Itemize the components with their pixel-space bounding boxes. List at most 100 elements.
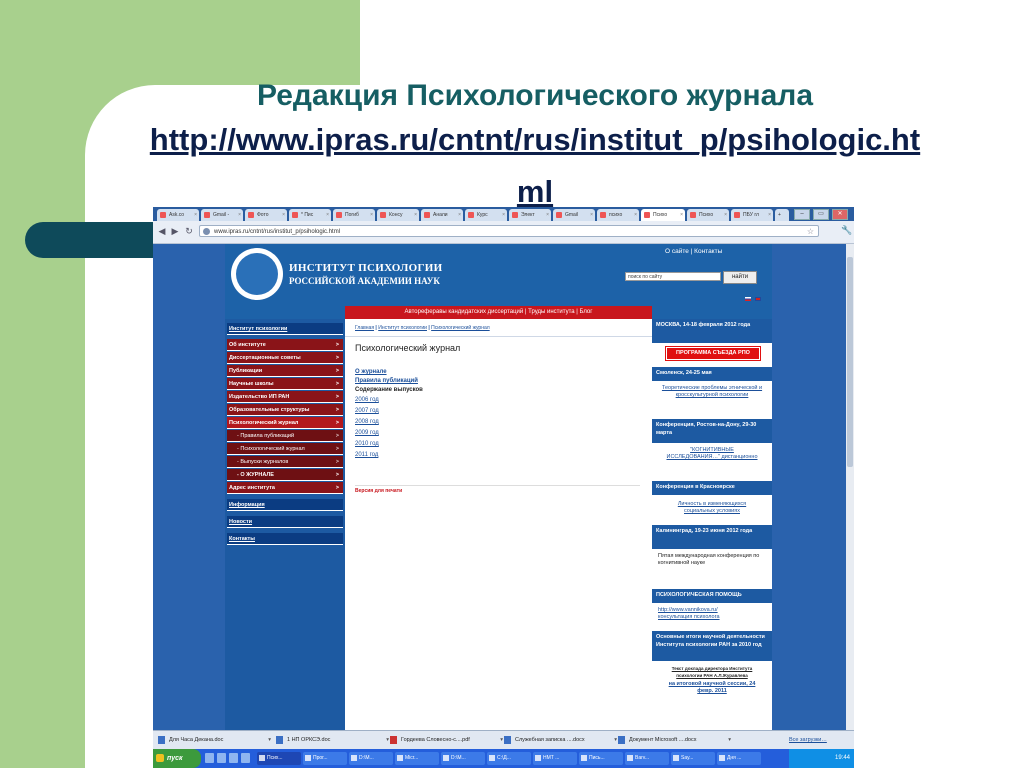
psych-help-link[interactable]: http://www.vannikova.ru/консультация пси… [652, 607, 772, 621]
event-link-smolensk[interactable]: Теоретические проблемы этнической и крос… [652, 385, 772, 399]
russian-flag-icon[interactable] [745, 297, 751, 301]
tab-close-icon[interactable]: × [680, 209, 683, 221]
annual-session-link[interactable]: на итоговой научной сессии, 24 февр. 201… [652, 681, 772, 695]
event-link-rostov[interactable]: "КОГНИТИВНЫЕ ИССЛЕДОВАНИЯ…" дистанционно [652, 447, 772, 461]
close-window-button[interactable]: ✕ [832, 209, 848, 220]
tab-close-icon[interactable]: × [546, 209, 549, 221]
all-downloads-link[interactable]: Все загрузки… [789, 734, 827, 746]
forward-icon[interactable]: ▶ [170, 226, 180, 236]
top-menu-bar[interactable]: Автореферавы кандидатских диссертаций | … [345, 306, 652, 319]
back-icon[interactable]: ◀ [157, 226, 167, 236]
tab-close-icon[interactable]: × [502, 209, 505, 221]
quicklaunch-icon[interactable] [229, 753, 238, 763]
annual-report-link[interactable]: Текст доклада директора Института психол… [652, 665, 772, 679]
print-version-link[interactable]: Версия для печати [355, 488, 402, 494]
breadcrumb-home[interactable]: Главная [355, 325, 374, 331]
quicklaunch-icon[interactable] [241, 753, 250, 763]
site-search-input[interactable]: поиск по сайту [625, 272, 721, 281]
browser-tab[interactable]: Психо × [687, 209, 729, 221]
taskbar-item[interactable]: D:\М... [441, 752, 485, 765]
taskbar-item[interactable]: Пись... [579, 752, 623, 765]
tab-close-icon[interactable]: × [590, 209, 593, 221]
taskbar-item[interactable]: Прог... [303, 752, 347, 765]
english-flag-icon[interactable] [754, 297, 761, 301]
nav-item-contacts[interactable]: Контакты [227, 533, 343, 545]
browser-tab[interactable]: психо × [597, 209, 639, 221]
breadcrumb-institute[interactable]: Институт психологии [378, 325, 427, 331]
nav-item-information[interactable]: Информация [227, 499, 343, 511]
nav-item-address[interactable]: Адрес института > [227, 482, 343, 494]
link-year[interactable]: 2009 год [355, 430, 379, 436]
site-search-button[interactable]: найти [723, 271, 757, 284]
maximize-button[interactable]: ▭ [813, 209, 829, 220]
link-year[interactable]: 2011 год [355, 452, 378, 458]
link-publication-rules[interactable]: Правила публикаций [355, 378, 418, 384]
download-item[interactable]: Служебная записка ....docx ▾ [503, 734, 617, 746]
tab-close-icon[interactable]: × [414, 209, 417, 221]
taskbar-item[interactable]: НМТ ... [533, 752, 577, 765]
taskbar-item[interactable]: Micr... [395, 752, 439, 765]
tab-close-icon[interactable]: × [370, 209, 373, 221]
link-year[interactable]: 2006 год [355, 397, 379, 403]
taskbar-item[interactable]: Дня ... [717, 752, 761, 765]
wrench-icon[interactable]: 🔧 [841, 225, 852, 236]
browser-tab[interactable]: * Пис × [289, 209, 331, 221]
chevron-down-icon[interactable]: ▾ [268, 734, 271, 746]
nav-item-councils[interactable]: Диссертационные советы > [227, 352, 343, 364]
top-links[interactable]: О сайте | Контакты [665, 248, 722, 255]
browser-tab[interactable]: Консу × [377, 209, 419, 221]
tab-close-icon[interactable]: × [634, 209, 637, 221]
nav-subitem-issues[interactable]: - Выпуски журналов > [227, 456, 343, 468]
tab-close-icon[interactable]: × [238, 209, 241, 221]
nav-item-news[interactable]: Новости [227, 516, 343, 528]
event-link-krasnoyarsk[interactable]: Личность в изменяющихся социальных услов… [652, 501, 772, 515]
browser-tab[interactable]: Погиб × [333, 209, 375, 221]
bookmark-star-icon[interactable]: ☆ [807, 226, 814, 238]
nav-item-journal[interactable]: Психологический журнал > [227, 417, 343, 429]
nav-item-about[interactable]: Об институте > [227, 339, 343, 351]
taskbar-item[interactable]: Псих... [257, 752, 301, 765]
link-about-journal[interactable]: О журнале [355, 369, 387, 375]
nav-item-publications[interactable]: Публикации > [227, 365, 343, 377]
browser-tab[interactable]: Gmail - × [201, 209, 243, 221]
download-item[interactable]: Документ Microsoft ....docx ▾ [617, 734, 731, 746]
download-item[interactable]: 1 НП ОРКСЭ.doc ▾ [275, 734, 389, 746]
link-year[interactable]: 2007 год [355, 408, 379, 414]
quicklaunch-icon[interactable] [217, 753, 226, 763]
nav-subitem-rules[interactable]: - Правила публикаций > [227, 430, 343, 442]
browser-tab[interactable]: Gmail × [553, 209, 595, 221]
chevron-down-icon[interactable]: ▾ [728, 734, 731, 746]
browser-tab-active[interactable]: Психо × [641, 209, 685, 221]
nav-item-schools[interactable]: Научные школы > [227, 378, 343, 390]
link-year[interactable]: 2010 год [355, 441, 379, 447]
nav-item-institute[interactable]: Институт психологии [227, 323, 343, 335]
browser-tab[interactable]: Курс × [465, 209, 507, 221]
nav-item-publishing[interactable]: Издательство ИП РАН > [227, 391, 343, 403]
quicklaunch-icon[interactable] [205, 753, 214, 763]
congress-program-button[interactable]: ПРОГРАММА СЪЕЗДА РПО [665, 346, 761, 361]
nav-subitem-about-journal[interactable]: - О ЖУРНАЛЕ > [227, 469, 343, 481]
tab-close-icon[interactable]: × [724, 209, 727, 221]
tab-close-icon[interactable]: × [282, 209, 285, 221]
nav-item-education[interactable]: Образовательные структуры > [227, 404, 343, 416]
nav-subitem-journal[interactable]: - Психологический журнал > [227, 443, 343, 455]
taskbar-item[interactable]: C:\Д... [487, 752, 531, 765]
download-item[interactable]: Для Часа Декана.doc ▾ [157, 734, 271, 746]
browser-tab[interactable]: Фото × [245, 209, 287, 221]
link-year[interactable]: 2008 год [355, 419, 379, 425]
download-item[interactable]: Гордеева Словесно-с....pdf ▾ [389, 734, 503, 746]
minimize-button[interactable]: – [794, 209, 810, 220]
start-button[interactable]: пуск [153, 749, 201, 768]
tab-close-icon[interactable]: × [768, 209, 771, 221]
browser-tab[interactable]: ПБУ гл × [731, 209, 773, 221]
taskbar-item[interactable]: Barv... [625, 752, 669, 765]
clock[interactable]: 19:44 [835, 755, 850, 761]
address-bar[interactable]: www.ipras.ru/cntnt/rus/institut_p/psihol… [199, 225, 819, 237]
taskbar-item[interactable]: Say... [671, 752, 715, 765]
scrollbar-thumb[interactable] [847, 257, 853, 467]
browser-tab[interactable]: Анали × [421, 209, 463, 221]
tab-close-icon[interactable]: × [458, 209, 461, 221]
breadcrumb-journal[interactable]: Психологический журнал [431, 325, 490, 331]
slide-url-link[interactable]: http://www.ipras.ru/cntnt/rus/institut_p… [150, 122, 920, 209]
new-tab-button[interactable]: + [775, 209, 789, 221]
